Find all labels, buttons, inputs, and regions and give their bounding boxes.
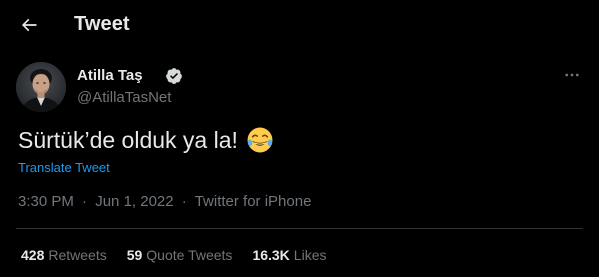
tweet-author: Atilla Taş @AtillaTasNet: [16, 62, 586, 114]
author-handle[interactable]: @AtillaTasNet: [77, 89, 171, 106]
tweet-text: Sürtük’de olduk ya la!: [18, 126, 238, 153]
avatar-image: [16, 62, 66, 112]
retweets-count: 428: [21, 247, 45, 263]
tweet-stats: 428 Retweets 59 Quote Tweets 16.3K Likes: [21, 247, 346, 263]
quote-tweets-count: 59: [126, 247, 143, 263]
tweet-time[interactable]: 3:30 PM: [18, 193, 74, 210]
meta-separator: ·: [82, 193, 88, 210]
arrow-left-icon: [21, 18, 37, 32]
retweets-stat[interactable]: 428 Retweets: [21, 247, 107, 263]
meta-separator: ·: [181, 193, 187, 210]
likes-label: Likes: [293, 247, 327, 263]
back-button[interactable]: [12, 8, 46, 42]
likes-count: 16.3K: [252, 247, 290, 263]
more-dots-icon: [565, 73, 579, 77]
tweet-body: Sürtük’de olduk ya la!: [18, 126, 274, 154]
more-options-button[interactable]: [558, 64, 586, 86]
translate-tweet-link[interactable]: Translate Tweet: [18, 160, 110, 175]
verified-badge-icon: [165, 67, 183, 85]
tweet-meta: 3:30 PM · Jun 1, 2022 · Twitter for iPho…: [18, 193, 311, 210]
tweet-source[interactable]: Twitter for iPhone: [195, 193, 312, 210]
tweet-date[interactable]: Jun 1, 2022: [95, 193, 173, 210]
author-display-name[interactable]: Atilla Taş: [77, 67, 143, 84]
page-header: Tweet: [0, 0, 599, 52]
tweet-page: Tweet Atilla Taş @AtillaTasNet Sürtük’de…: [0, 0, 599, 277]
divider: [16, 228, 583, 229]
avatar[interactable]: [16, 62, 66, 112]
face-with-tears-of-joy-icon: [246, 126, 274, 154]
page-title: Tweet: [74, 13, 130, 35]
quote-tweets-stat[interactable]: 59 Quote Tweets: [127, 247, 233, 263]
likes-stat[interactable]: 16.3K Likes: [252, 247, 326, 263]
quote-tweets-label: Quote Tweets: [146, 247, 233, 263]
retweets-label: Retweets: [48, 247, 107, 263]
